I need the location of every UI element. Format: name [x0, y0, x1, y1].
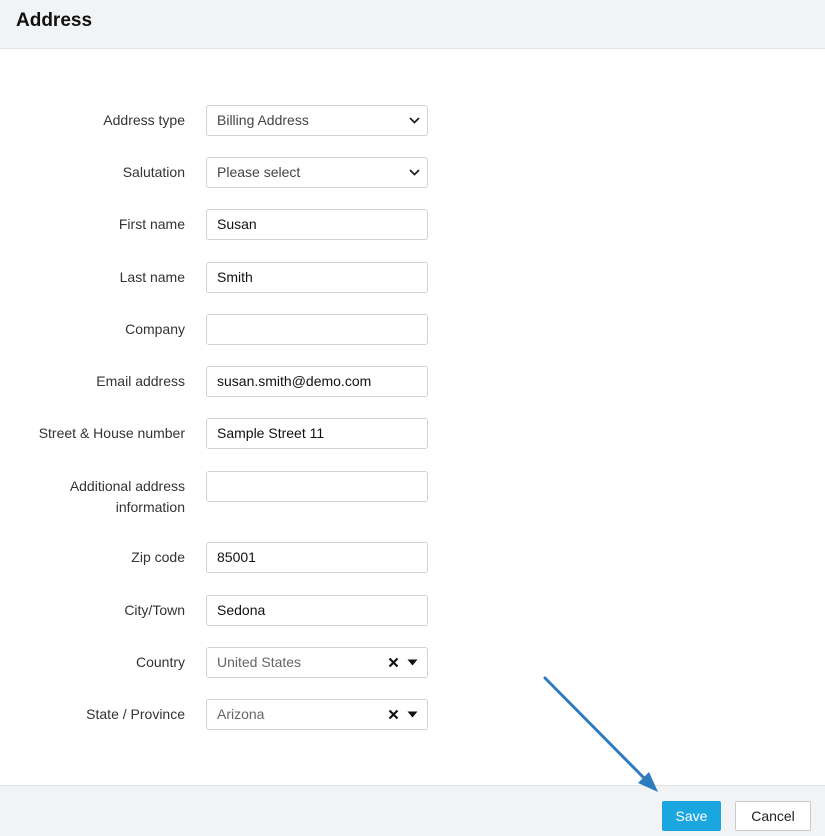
clear-x-icon[interactable]: [387, 700, 399, 729]
country-label: Country: [135, 654, 185, 670]
address-type-value: Billing Address: [217, 112, 309, 128]
address-dialog: Address Address type Billing Address Sal…: [0, 0, 825, 836]
dialog-footer: Save Cancel: [0, 785, 825, 836]
country-select[interactable]: United States: [206, 647, 428, 678]
state-label: State / Province: [86, 706, 185, 722]
company-label: Company: [125, 321, 185, 337]
caret-down-icon[interactable]: [406, 700, 418, 729]
additional-info-label: Additional address information: [0, 476, 185, 518]
last-name-label: Last name: [119, 269, 185, 285]
country-value: United States: [217, 654, 302, 670]
additional-info-label-line1: Additional address: [69, 478, 185, 494]
address-type-label: Address type: [103, 112, 185, 128]
street-field[interactable]: Sample Street 11: [206, 418, 428, 449]
cancel-button[interactable]: Cancel: [735, 801, 811, 831]
city-field[interactable]: Sedona: [206, 595, 428, 626]
zip-label: Zip code: [131, 549, 185, 565]
company-field[interactable]: [206, 314, 428, 345]
address-type-select[interactable]: Billing Address: [206, 105, 428, 136]
save-button[interactable]: Save: [662, 801, 721, 831]
first-name-field[interactable]: Susan: [206, 209, 428, 240]
email-field[interactable]: susan.smith@demo.com: [206, 366, 428, 397]
last-name-field[interactable]: Smith: [206, 262, 428, 293]
first-name-label: First name: [118, 216, 185, 232]
clear-x-icon[interactable]: [387, 648, 399, 677]
chevron-down-icon: [407, 106, 421, 135]
zip-field[interactable]: 85001: [206, 542, 428, 573]
additional-info-label-line2: information: [115, 499, 185, 515]
dialog-header: Address: [0, 0, 825, 49]
salutation-select[interactable]: Please select: [206, 157, 428, 188]
salutation-value: Please select: [217, 164, 301, 180]
dialog-title: Address: [16, 10, 93, 31]
caret-down-icon[interactable]: [406, 648, 418, 677]
email-label: Email address: [96, 373, 185, 389]
city-label: City/Town: [124, 602, 185, 618]
chevron-down-icon: [407, 158, 421, 187]
salutation-label: Salutation: [122, 164, 185, 180]
state-value: Arizona: [217, 706, 265, 722]
street-label: Street & House number: [38, 425, 185, 441]
additional-info-field[interactable]: [206, 471, 428, 502]
state-select[interactable]: Arizona: [206, 699, 428, 730]
